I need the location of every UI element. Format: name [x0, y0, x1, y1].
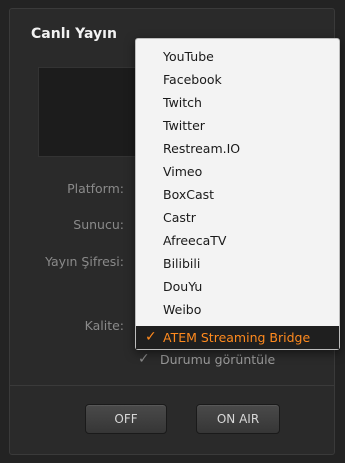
menu-item-atem-streaming-bridge[interactable]: ✓ ATEM Streaming Bridge	[136, 326, 339, 349]
off-button[interactable]: OFF	[85, 404, 167, 434]
menu-item-vimeo[interactable]: Vimeo	[136, 160, 339, 183]
show-status-label: Durumu görüntüle	[160, 351, 276, 367]
menu-item-castr[interactable]: Castr	[136, 206, 339, 229]
selected-checkmark-icon: ✓	[145, 329, 157, 345]
on-air-button[interactable]: ON AIR	[196, 404, 280, 434]
server-label: Sunucu:	[73, 217, 124, 232]
menu-item-twitter[interactable]: Twitter	[136, 114, 339, 137]
menu-item-weibo[interactable]: Weibo	[136, 298, 339, 321]
panel-title: Canlı Yayın	[31, 26, 117, 42]
divider	[10, 385, 335, 386]
checkmark-icon: ✓	[138, 351, 150, 367]
menu-item-afreecatv[interactable]: AfreecaTV	[136, 229, 339, 252]
menu-item-restream[interactable]: Restream.IO	[136, 137, 339, 160]
menu-item-youtube[interactable]: YouTube	[136, 45, 339, 68]
menu-item-facebook[interactable]: Facebook	[136, 68, 339, 91]
platform-dropdown-menu[interactable]: YouTube Facebook Twitch Twitter Restream…	[135, 38, 340, 350]
show-status-checkbox[interactable]: ✓ Durumu görüntüle	[138, 351, 275, 367]
menu-item-douyu[interactable]: DouYu	[136, 275, 339, 298]
menu-item-twitch[interactable]: Twitch	[136, 91, 339, 114]
platform-label: Platform:	[67, 181, 124, 196]
menu-item-bilibili[interactable]: Bilibili	[136, 252, 339, 275]
menu-item-boxcast[interactable]: BoxCast	[136, 183, 339, 206]
quality-label: Kalite:	[84, 318, 124, 333]
stream-key-label: Yayın Şifresi:	[45, 254, 124, 269]
